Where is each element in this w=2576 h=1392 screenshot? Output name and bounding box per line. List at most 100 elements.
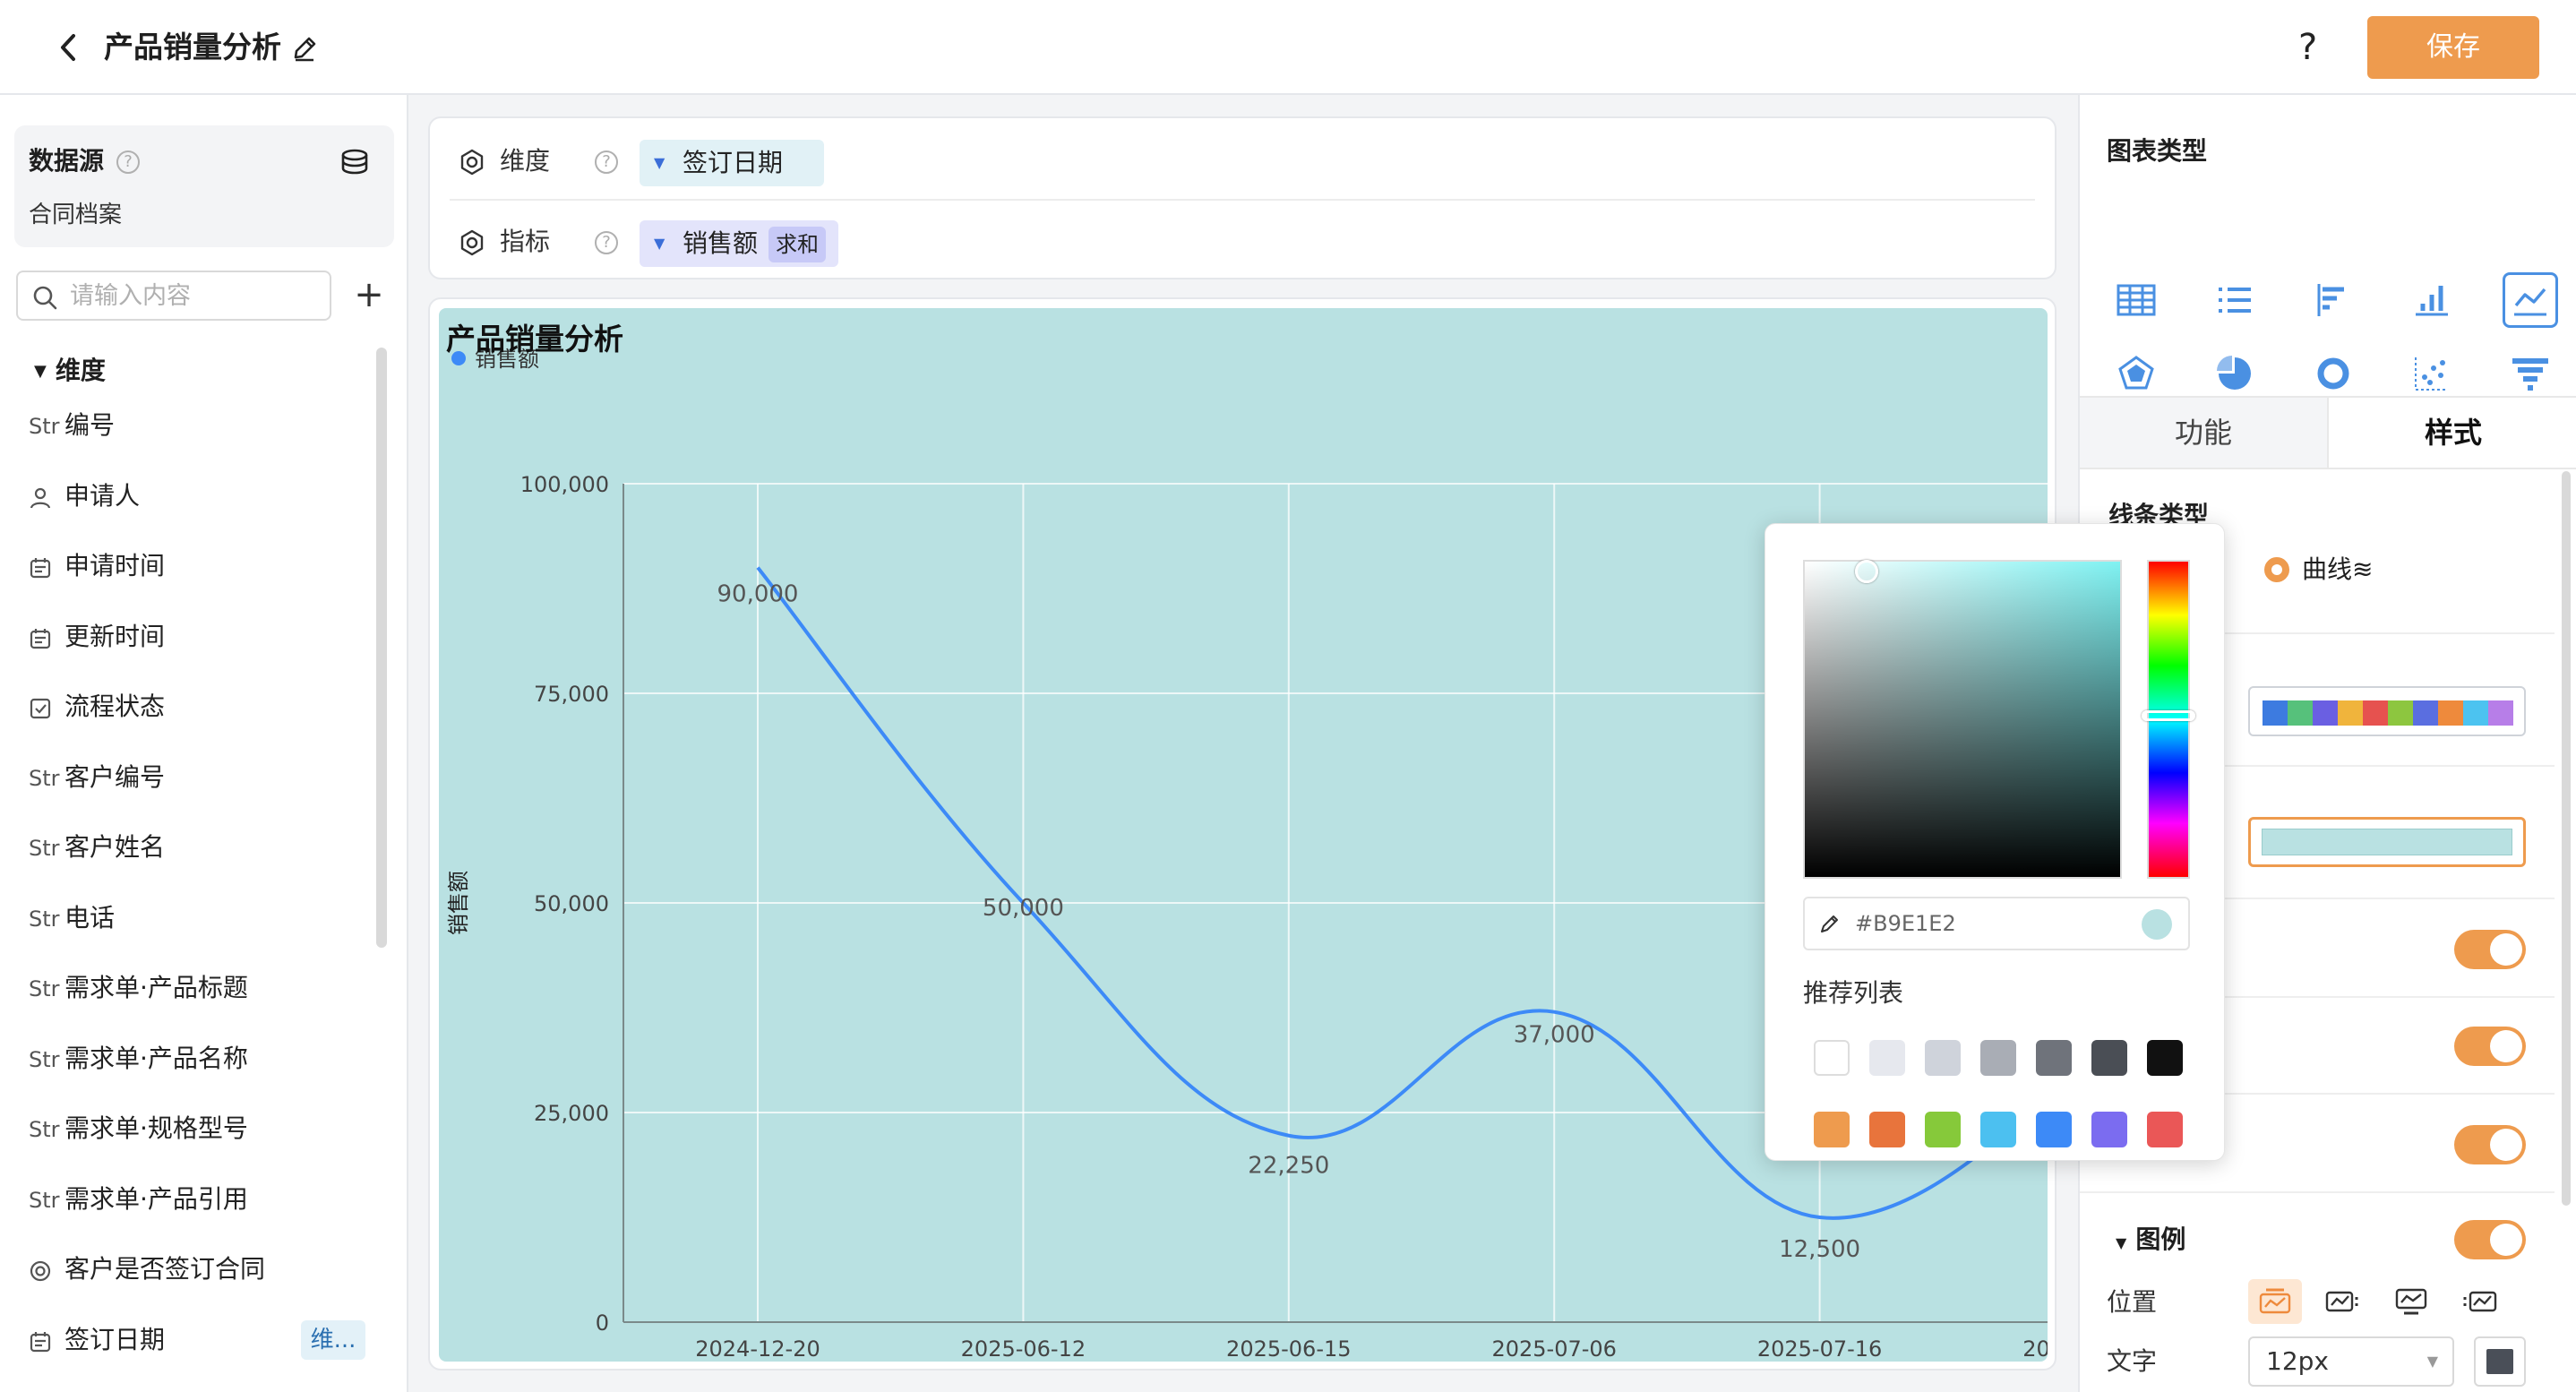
properties-scrollbar[interactable]: [2562, 471, 2571, 1206]
field-item[interactable]: Str 需求单·产品名称: [29, 1034, 369, 1084]
field-item[interactable]: 更新时间: [29, 612, 369, 662]
field-item[interactable]: 申请时间: [29, 541, 369, 591]
datasource-help-icon[interactable]: ?: [116, 150, 140, 174]
curve-radio[interactable]: [2264, 557, 2289, 582]
preset-color-swatch[interactable]: [2147, 1040, 2183, 1076]
field-item[interactable]: Str 编号: [29, 400, 369, 451]
metric-chip[interactable]: ▼ 销售额 求和: [640, 220, 839, 267]
gear-icon[interactable]: [459, 149, 485, 176]
y-tick-label: 25,000: [534, 1101, 609, 1126]
add-field-button[interactable]: +: [351, 271, 387, 321]
field-list-scrollbar[interactable]: [376, 348, 387, 948]
field-used-tag[interactable]: 维...: [301, 1319, 365, 1360]
gear-icon[interactable]: [459, 229, 485, 256]
calendar-icon: [29, 1386, 64, 1392]
datasource-card[interactable]: 数据源 ? 合同档案: [14, 125, 394, 247]
preset-color-swatch[interactable]: [2036, 1112, 2072, 1147]
caret-down-icon: ▼: [34, 362, 47, 381]
toggle-switch[interactable]: [2454, 930, 2526, 969]
field-item[interactable]: 签订日期 维...: [29, 1315, 369, 1365]
curve-option-label[interactable]: 曲线≋: [2302, 550, 2373, 589]
legend-section-header[interactable]: ▼ 图例: [2116, 1220, 2185, 1263]
preset-color-swatch[interactable]: [1980, 1040, 2016, 1076]
saturation-value-field[interactable]: [1803, 560, 2122, 879]
hex-input-field[interactable]: #B9E1E2: [1803, 897, 2190, 950]
background-color-field[interactable]: [2248, 817, 2526, 867]
field-item[interactable]: 客户是否签订合同: [29, 1244, 369, 1294]
tab-style[interactable]: 样式: [2329, 398, 2576, 468]
data-label: 90,000: [717, 581, 799, 608]
legend-position-right-option[interactable]: [2316, 1279, 2370, 1324]
aggregation-badge[interactable]: 求和: [769, 227, 827, 262]
preset-color-swatch[interactable]: [2036, 1040, 2072, 1076]
bar-chart-icon[interactable]: [2404, 272, 2460, 328]
field-item[interactable]: 战败日期: [29, 1385, 369, 1392]
database-icon[interactable]: [340, 149, 371, 176]
field-search-box[interactable]: [16, 271, 331, 321]
palette-color-8: [2463, 700, 2488, 726]
legend-bottom-icon: [2395, 1288, 2427, 1315]
palette-color-7: [2438, 700, 2463, 726]
dimension-group-header[interactable]: ▼ 维度: [34, 346, 106, 397]
field-item[interactable]: 申请人: [29, 471, 369, 521]
field-item[interactable]: Str 需求单·规格型号: [29, 1104, 369, 1154]
list-chart-icon[interactable]: [2207, 272, 2263, 328]
back-arrow-icon[interactable]: [50, 27, 86, 68]
help-icon[interactable]: ?: [2298, 23, 2317, 72]
field-item[interactable]: Str 电话: [29, 893, 369, 943]
page-title: 产品销量分析: [104, 30, 281, 64]
funnel-chart-icon[interactable]: [2503, 346, 2558, 401]
pie-chart-icon[interactable]: [2207, 346, 2263, 401]
x-tick-label: 2025-06-15: [1226, 1336, 1351, 1362]
hue-handle[interactable]: [2142, 710, 2195, 721]
legend-position-left-option[interactable]: [2452, 1279, 2506, 1324]
preset-color-swatch[interactable]: [1869, 1112, 1905, 1147]
current-color-preview: [2142, 909, 2172, 940]
preset-color-swatch[interactable]: [2091, 1112, 2127, 1147]
legend-right-icon: [2325, 1291, 2358, 1312]
dimension-shelf-row: 维度 ? ▼ 签订日期: [451, 125, 2037, 197]
horizontal-bar-icon[interactable]: [2306, 272, 2361, 328]
dimension-help-icon[interactable]: ?: [595, 150, 618, 174]
line-chart-icon[interactable]: [2503, 272, 2558, 328]
preset-color-swatch[interactable]: [1980, 1112, 2016, 1147]
preset-color-swatch[interactable]: [1925, 1112, 1961, 1147]
preset-color-swatch[interactable]: [1814, 1112, 1850, 1147]
palette-color-5: [2388, 700, 2413, 726]
edit-pencil-icon[interactable]: [288, 32, 321, 64]
field-item[interactable]: Str 客户编号: [29, 752, 369, 803]
color-palette-select[interactable]: [2248, 686, 2526, 736]
save-button[interactable]: 保存: [2367, 16, 2539, 79]
radar-chart-icon[interactable]: [2108, 346, 2164, 401]
x-tick-label: 2024-12-20: [695, 1336, 820, 1362]
scatter-chart-icon[interactable]: [2404, 346, 2460, 401]
dimension-chip[interactable]: ▼ 签订日期: [640, 140, 824, 186]
field-search-input[interactable]: [70, 279, 321, 312]
field-label: 申请人: [64, 480, 141, 511]
font-color-button[interactable]: [2474, 1336, 2526, 1387]
preset-color-swatch[interactable]: [1814, 1040, 1850, 1076]
table-chart-icon[interactable]: [2108, 272, 2164, 328]
toggle-switch[interactable]: [2454, 1027, 2526, 1066]
preset-color-swatch[interactable]: [2091, 1040, 2127, 1076]
tab-function[interactable]: 功能: [2080, 398, 2329, 468]
field-item[interactable]: Str 客户姓名: [29, 822, 369, 872]
preset-color-swatch[interactable]: [1869, 1040, 1905, 1076]
font-size-select[interactable]: 12px ▼: [2248, 1336, 2454, 1387]
legend-position-top-option[interactable]: [2248, 1279, 2302, 1324]
toggle-switch[interactable]: [2454, 1125, 2526, 1164]
legend-toggle[interactable]: [2454, 1220, 2526, 1259]
legend-position-bottom-option[interactable]: [2384, 1279, 2438, 1324]
field-item[interactable]: Str 需求单·产品标题: [29, 963, 369, 1013]
metric-shelf-row: 指标 ? ▼ 销售额 求和: [451, 206, 2037, 278]
field-item[interactable]: Str 需求单·产品引用: [29, 1174, 369, 1224]
saturation-handle[interactable]: [1855, 560, 1878, 583]
string-type-icon: Str: [29, 1046, 60, 1072]
preset-color-swatch[interactable]: [1925, 1040, 1961, 1076]
hex-value[interactable]: #B9E1E2: [1855, 906, 1956, 941]
metric-help-icon[interactable]: ?: [595, 231, 618, 254]
preset-color-swatch[interactable]: [2147, 1112, 2183, 1147]
field-item[interactable]: 流程状态: [29, 682, 369, 732]
eyedropper-icon[interactable]: [1819, 913, 1841, 934]
donut-chart-icon[interactable]: [2306, 346, 2361, 401]
